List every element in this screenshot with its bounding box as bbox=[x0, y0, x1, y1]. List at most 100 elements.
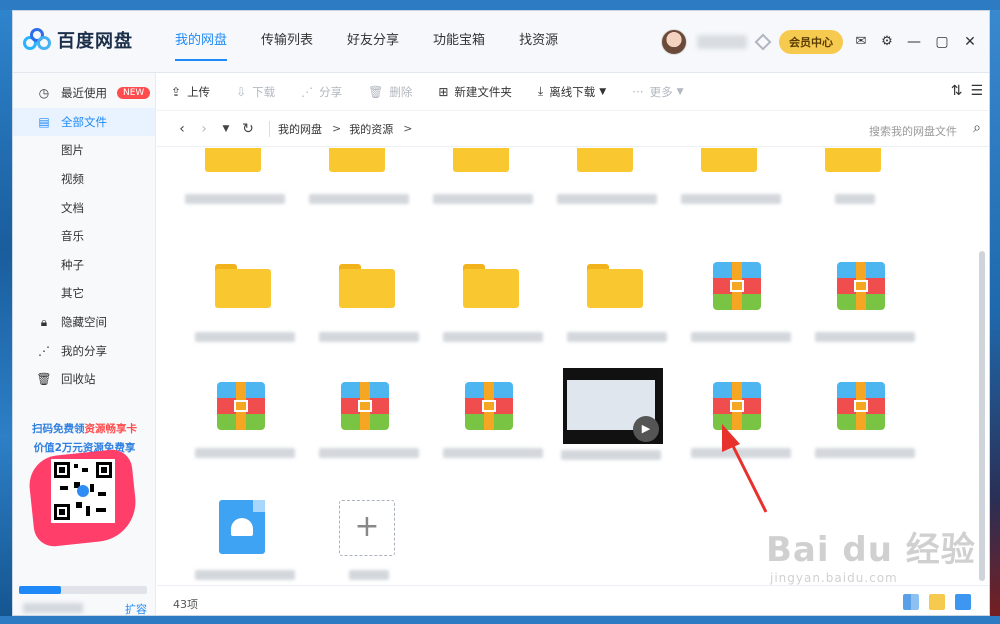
forward-icon[interactable]: › bbox=[193, 121, 215, 137]
minimize-icon[interactable]: — bbox=[905, 34, 923, 50]
sidebar-item-label: 我的分享 bbox=[61, 343, 107, 358]
folder-item[interactable] bbox=[185, 148, 295, 238]
sidebar-item-torrents[interactable]: 种子 bbox=[13, 251, 155, 280]
delete-button[interactable]: 🗑︎ 删除 bbox=[368, 84, 412, 100]
avatar[interactable] bbox=[661, 29, 687, 55]
folder-item[interactable] bbox=[567, 262, 677, 372]
maximize-icon[interactable]: ▢ bbox=[933, 34, 951, 50]
promo-text[interactable]: 扫码免费领资源畅享卡 价值2万元资源免费享 bbox=[13, 421, 156, 455]
archive-item[interactable] bbox=[691, 262, 801, 372]
file-name-redacted bbox=[319, 332, 419, 342]
tab-my-netdisk[interactable]: 我的网盘 bbox=[163, 11, 239, 73]
folder-item[interactable] bbox=[319, 262, 429, 372]
new-folder-button[interactable]: ⊞ 新建文件夹 bbox=[438, 84, 512, 100]
tab-friend-share[interactable]: 好友分享 bbox=[335, 11, 411, 73]
sidebar-item-label: 最近使用 bbox=[61, 86, 107, 101]
tab-transfer-list[interactable]: 传输列表 bbox=[249, 11, 325, 73]
gear-icon[interactable]: ⚙ bbox=[879, 34, 895, 50]
file-name-redacted bbox=[319, 448, 419, 458]
search-icon[interactable]: ⌕ bbox=[973, 120, 981, 136]
sidebar-item-other[interactable]: 其它 bbox=[13, 279, 155, 308]
watermark-sub: jingyan.baidu.com bbox=[770, 571, 898, 585]
sidebar-item-hidden-space[interactable]: 🔒︎ 隐藏空间 bbox=[13, 308, 155, 337]
folder-item[interactable] bbox=[309, 148, 419, 238]
chevron-down-icon: ▼ bbox=[599, 86, 607, 97]
breadcrumb-current[interactable]: 我的资源 bbox=[349, 121, 393, 137]
tab-find-resources[interactable]: 找资源 bbox=[507, 11, 570, 73]
folder-icon bbox=[825, 148, 881, 172]
promo-highlight: 资源畅享卡 bbox=[84, 423, 138, 435]
upload-icon: ⇪ bbox=[171, 84, 182, 99]
archive-item[interactable] bbox=[319, 382, 429, 492]
sidebar-item-docs[interactable]: 文档 bbox=[13, 193, 155, 222]
archive-item[interactable] bbox=[691, 382, 801, 492]
file-name-redacted bbox=[349, 570, 389, 580]
history-dropdown-icon[interactable]: ▼ bbox=[215, 124, 237, 134]
disk-image-item[interactable] bbox=[195, 500, 305, 585]
archive-item[interactable] bbox=[443, 382, 553, 492]
folder-item[interactable] bbox=[681, 148, 791, 238]
more-button[interactable]: ··· 更多 ▼ bbox=[632, 84, 683, 100]
item-count: 43项 bbox=[173, 598, 198, 611]
play-icon: ▶ bbox=[633, 416, 659, 442]
archive-item[interactable] bbox=[815, 382, 925, 492]
lock-icon[interactable] bbox=[955, 594, 971, 610]
archive-item[interactable] bbox=[195, 382, 305, 492]
close-icon[interactable]: ✕ bbox=[961, 34, 979, 50]
file-name-redacted bbox=[443, 448, 543, 458]
vip-center-button[interactable]: 会员中心 bbox=[779, 30, 843, 54]
breadcrumb-root[interactable]: 我的网盘 bbox=[278, 121, 322, 137]
folder-item[interactable] bbox=[557, 148, 667, 238]
video-thumbnail: ▶ bbox=[563, 368, 663, 444]
desktop-bottom-edge bbox=[0, 616, 1000, 624]
plus-icon: + bbox=[339, 500, 395, 556]
file-name-redacted bbox=[195, 332, 295, 342]
sidebar-item-my-share[interactable]: ⋰ 我的分享 bbox=[13, 336, 155, 365]
archive-item[interactable] bbox=[815, 262, 925, 372]
tab-toolbox[interactable]: 功能宝箱 bbox=[421, 11, 497, 73]
archive-icon bbox=[465, 382, 513, 430]
scrollbar[interactable] bbox=[979, 251, 985, 581]
watermark: Bai du 经验 jingyan.baidu.com bbox=[766, 522, 976, 585]
archive-icon bbox=[341, 382, 389, 430]
sidebar-item-recent[interactable]: ◷ 最近使用 NEW bbox=[13, 79, 155, 108]
archive-icon bbox=[837, 382, 885, 430]
back-icon[interactable]: ‹ bbox=[171, 121, 193, 137]
refresh-icon[interactable]: ↻ bbox=[237, 121, 259, 137]
view-controls: ⇅ ☰ bbox=[951, 83, 983, 99]
file-name-redacted bbox=[815, 448, 915, 458]
folder-item[interactable] bbox=[805, 148, 915, 238]
add-new-item[interactable]: + bbox=[319, 500, 429, 585]
sidebar-item-recycle-bin[interactable]: 🗑︎ 回收站 bbox=[13, 365, 155, 394]
promo-qr-card[interactable] bbox=[26, 447, 140, 553]
sidebar-item-all-files[interactable]: ▤ 全部文件 bbox=[13, 107, 155, 137]
search-input[interactable]: 搜索我的网盘文件 bbox=[869, 123, 957, 139]
download-button[interactable]: ⇩ 下载 bbox=[236, 84, 275, 100]
mail-icon[interactable]: ✉ bbox=[853, 34, 869, 50]
desktop-left-edge bbox=[0, 0, 12, 624]
upload-arrow-icon[interactable] bbox=[929, 594, 945, 610]
grid-view-icon[interactable] bbox=[903, 594, 919, 610]
folder-item[interactable] bbox=[443, 262, 553, 372]
sidebar: ◷ 最近使用 NEW ▤ 全部文件 图片 视频 文档 音乐 种子 其它 🔒︎ 隐… bbox=[13, 73, 156, 615]
sidebar-item-images[interactable]: 图片 bbox=[13, 136, 155, 165]
folder-item[interactable] bbox=[433, 148, 543, 238]
chevron-down-icon: ▼ bbox=[676, 86, 684, 97]
file-name-redacted bbox=[443, 332, 543, 342]
offline-download-button[interactable]: ⤓ 离线下载 ▼ bbox=[538, 84, 606, 100]
video-item[interactable]: ▶ bbox=[561, 368, 671, 478]
cloud-logo-icon bbox=[23, 28, 51, 52]
expand-storage-link[interactable]: 扩容 bbox=[125, 601, 147, 615]
share-icon: ⋰ bbox=[301, 84, 314, 99]
folder-item[interactable] bbox=[195, 262, 305, 372]
list-view-icon[interactable]: ☰ bbox=[970, 83, 983, 99]
upload-button[interactable]: ⇪ 上传 bbox=[171, 84, 210, 100]
storage-quota-bar bbox=[19, 586, 147, 594]
sidebar-item-music[interactable]: 音乐 bbox=[13, 222, 155, 251]
sidebar-item-videos[interactable]: 视频 bbox=[13, 165, 155, 194]
sort-icon[interactable]: ⇅ bbox=[951, 83, 963, 99]
sidebar-item-label: 回收站 bbox=[61, 372, 96, 387]
share-button[interactable]: ⋰ 分享 bbox=[301, 84, 342, 100]
diamond-icon[interactable] bbox=[754, 33, 772, 51]
file-name-redacted bbox=[195, 570, 295, 580]
